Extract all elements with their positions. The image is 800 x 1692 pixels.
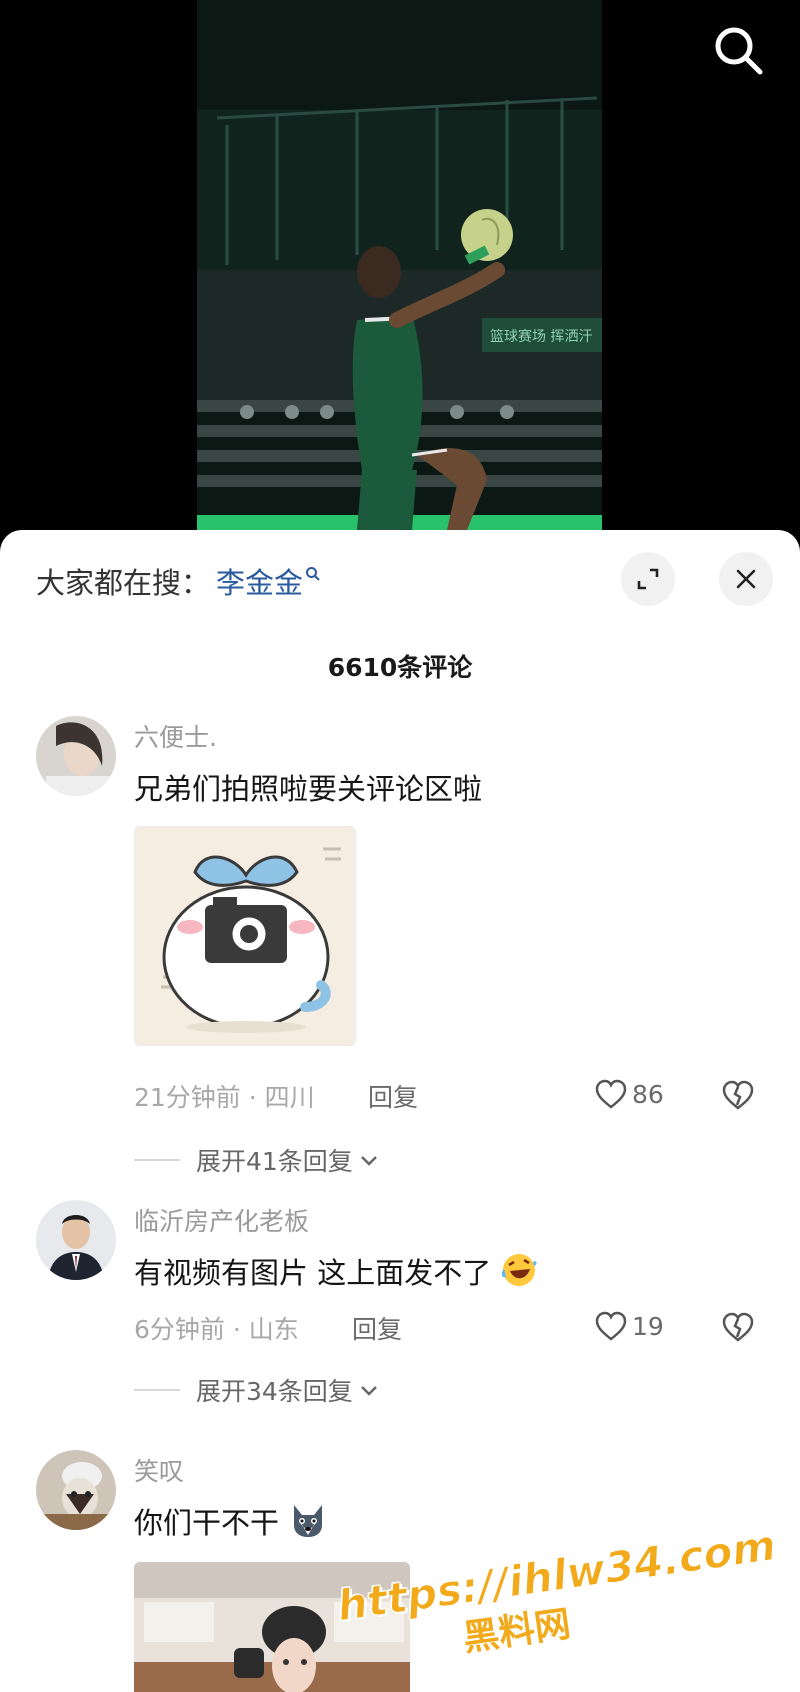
comment-sticker-image[interactable] xyxy=(134,826,356,1046)
search-button[interactable] xyxy=(708,20,768,80)
close-icon xyxy=(736,569,756,589)
divider-line xyxy=(134,1159,180,1161)
video-frame[interactable]: 篮球赛场 挥洒汗 xyxy=(197,0,602,530)
expand-replies-button[interactable]: 展开41条回复 xyxy=(134,1142,381,1178)
video-player[interactable]: 篮球赛场 挥洒汗 xyxy=(0,0,800,540)
comment-count: 6610条评论 xyxy=(327,653,473,682)
heart-icon xyxy=(595,1079,627,1109)
expand-replies-label: 展开34条回复 xyxy=(196,1377,353,1406)
avatar[interactable] xyxy=(36,1450,116,1530)
reply-button[interactable]: 回复 xyxy=(352,1310,402,1346)
comment-username[interactable]: 笑叹 xyxy=(134,1452,184,1488)
close-button[interactable] xyxy=(719,552,773,606)
search-small-icon xyxy=(306,567,320,581)
reply-button[interactable]: 回复 xyxy=(368,1078,418,1114)
husky-dog-emoji-icon xyxy=(294,1505,323,1537)
expand-icon xyxy=(637,568,659,590)
comment-text: 你们干不干 xyxy=(134,1500,328,1542)
expand-replies-button[interactable]: 展开34条回复 xyxy=(134,1372,381,1408)
comment-sheet: 大家都在搜： 李金金 6610条评论 六便士. 兄弟们拍照啦要关评论区啦 21分… xyxy=(0,530,800,1692)
video-still-image: 篮球赛场 挥洒汗 xyxy=(197,0,602,530)
chevron-down-icon xyxy=(360,1156,377,1166)
trending-prefix: 大家都在搜： xyxy=(36,566,211,600)
avatar[interactable] xyxy=(36,716,116,796)
dislike-broken-heart-icon[interactable] xyxy=(720,1310,756,1344)
comment-text-content: 你们干不干 xyxy=(134,1506,280,1540)
like-count: 86 xyxy=(632,1079,664,1109)
comment-meta: 21分钟前 · 四川 xyxy=(134,1083,315,1112)
dislike-broken-heart-icon[interactable] xyxy=(720,1078,756,1112)
like-button[interactable]: 86 xyxy=(594,1078,664,1110)
like-button[interactable]: 19 xyxy=(594,1310,664,1342)
laughing-crying-emoji-icon xyxy=(502,1254,537,1286)
expand-button[interactable] xyxy=(621,552,675,606)
heart-icon xyxy=(595,1311,627,1341)
comment-username[interactable]: 临沂房产化老板 xyxy=(134,1202,309,1238)
comment-photo-image[interactable] xyxy=(134,1562,410,1692)
expand-replies-label: 展开41条回复 xyxy=(196,1147,353,1176)
comment-meta: 6分钟前 · 山东 xyxy=(134,1315,299,1344)
trending-search-row: 大家都在搜： 李金金 xyxy=(36,556,321,606)
chevron-down-icon xyxy=(360,1386,377,1396)
svg-text:篮球赛场 挥洒汗: 篮球赛场 挥洒汗 xyxy=(490,329,592,345)
comment-username[interactable]: 六便士. xyxy=(134,718,217,754)
comment-text: 有视频有图片 这上面发不了 xyxy=(134,1250,538,1292)
trending-search-link[interactable]: 李金金 xyxy=(216,560,303,602)
comment-text-content: 有视频有图片 这上面发不了 xyxy=(134,1256,492,1290)
comment-text: 兄弟们拍照啦要关评论区啦 xyxy=(134,772,483,806)
divider-line xyxy=(134,1389,180,1391)
avatar[interactable] xyxy=(36,1200,116,1280)
like-count: 19 xyxy=(632,1311,664,1341)
search-icon xyxy=(715,27,763,75)
